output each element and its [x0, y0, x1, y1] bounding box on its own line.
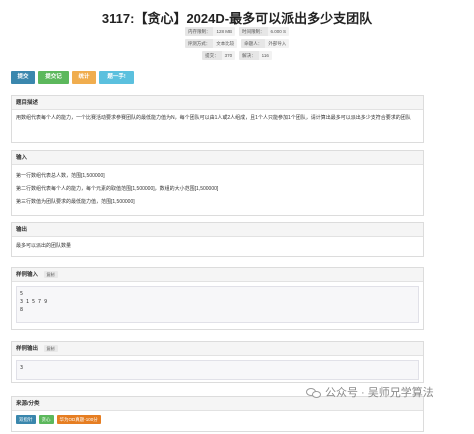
meta-solved-count: 解决： 116: [239, 51, 272, 60]
meta-value: 文本比较: [213, 39, 238, 48]
meta-value: 370: [221, 51, 236, 60]
submit-button[interactable]: 提交: [11, 71, 35, 84]
meta-value: 6.000 S: [267, 27, 290, 36]
sample-input-code: 5 3 1 5 7 9 8: [16, 286, 419, 323]
hint-button[interactable]: 题一手!: [99, 71, 134, 84]
meta-key: 评测方式：: [184, 39, 214, 48]
description-panel: 题目描述 用数组代表每个人的能力，一个比赛活动要求参赛团队的最低能力值为N，每个…: [11, 95, 424, 143]
sample-output-panel: 样例输出 复制 3: [11, 341, 424, 383]
meta-value: 116: [258, 51, 272, 60]
section-heading: 输入: [12, 151, 423, 165]
output-text: 最多可以派出的团队数量: [16, 243, 72, 249]
meta-row-limits: 内存限制： 128 MB 时间限制： 6.000 S: [0, 27, 474, 36]
meta-author: 命题人： 外部导入: [241, 39, 290, 48]
source-panel: 来源/分类 双指针 贪心 华为OD真题-100分: [11, 396, 424, 432]
meta-submit-count: 提交： 370: [202, 51, 236, 60]
section-heading: 输出: [12, 223, 423, 237]
meta-judge-mode: 评测方式： 文本比较: [184, 39, 238, 48]
section-heading: 题目描述: [12, 96, 423, 110]
sample-output-code: 3: [16, 360, 419, 380]
tag-huawei-od[interactable]: 华为OD真题-100分: [56, 415, 101, 424]
submission-record-button[interactable]: 提交记录: [38, 71, 69, 93]
input-line: 第三行数值为团队要求的最低能力值，范围[1,500000]: [16, 199, 135, 205]
wechat-icon: [306, 386, 321, 399]
meta-value: 128 MB: [213, 27, 235, 36]
input-line: 第一行数组代表总人数，范围[1,500000]: [16, 173, 105, 179]
statistics-button[interactable]: 统计: [72, 71, 96, 84]
sample-input-panel: 样例输入 复制 5 3 1 5 7 9 8: [11, 267, 424, 330]
section-heading: 样例输入 复制: [12, 268, 423, 282]
meta-key: 时间限制：: [239, 27, 268, 36]
tag-two-pointers[interactable]: 双指针: [16, 415, 36, 424]
watermark: 公众号 · 吴师兄学算法: [306, 384, 434, 400]
section-title: 样例输出: [16, 346, 39, 352]
meta-memory-limit: 内存限制： 128 MB: [184, 27, 235, 36]
section-title: 样例输入: [16, 272, 39, 278]
meta-key: 提交：: [202, 51, 222, 60]
description-text: 用数组代表每个人的能力，一个比赛活动要求参赛团队的最低能力值为N，每个团队可以由…: [16, 115, 411, 121]
section-heading: 样例输出 复制: [12, 342, 423, 356]
input-line: 第二行数组代表每个人的能力，每个元素的取值范围[1,500000]，数组的大小范…: [16, 186, 219, 192]
meta-key: 命题人：: [241, 39, 266, 48]
meta-value: 外部导入: [265, 39, 290, 48]
meta-key: 解决：: [239, 51, 259, 60]
meta-key: 内存限制：: [184, 27, 214, 36]
copy-button[interactable]: 复制: [43, 271, 58, 279]
input-panel: 输入 第一行数组代表总人数，范围[1,500000] 第二行数组代表每个人的能力…: [11, 150, 424, 216]
tag-list: 双指针 贪心 华为OD真题-100分: [12, 411, 423, 428]
watermark-text: 公众号 · 吴师兄学算法: [325, 387, 434, 399]
meta-row-stats: 提交： 370 解决： 116: [0, 51, 474, 60]
copy-button[interactable]: 复制: [43, 345, 58, 353]
action-buttons: 提交 提交记录 统计 题一手!: [11, 71, 134, 93]
meta-time-limit: 时间限制： 6.000 S: [239, 27, 290, 36]
output-panel: 输出 最多可以派出的团队数量: [11, 222, 424, 257]
problem-title: 3117:【贪心】2024D-最多可以派出多少支团队: [101, 11, 373, 26]
tag-greedy[interactable]: 贪心: [38, 415, 54, 424]
meta-row-judge: 评测方式： 文本比较 命题人： 外部导入: [0, 39, 474, 48]
